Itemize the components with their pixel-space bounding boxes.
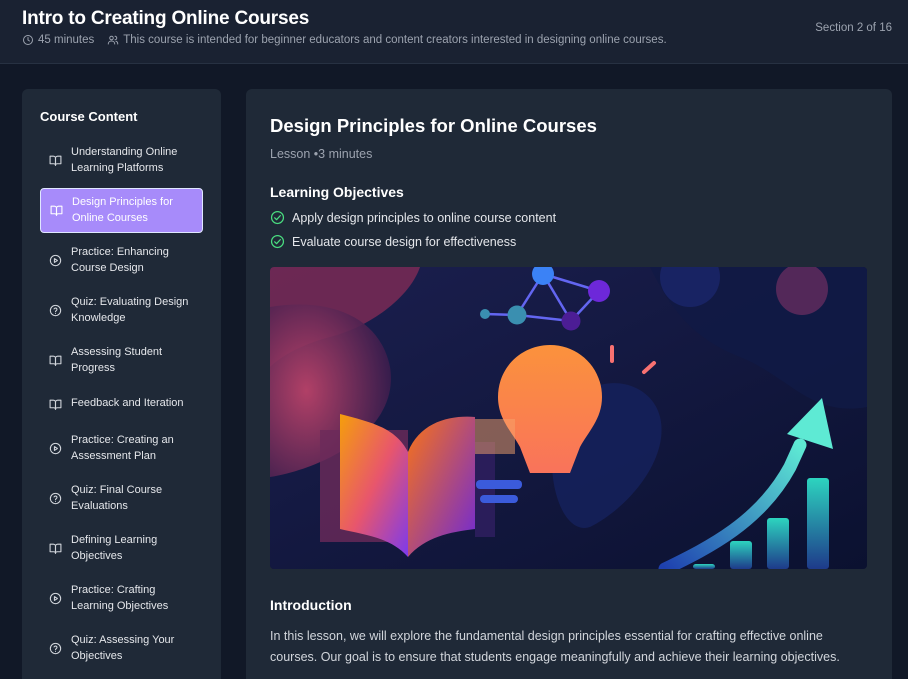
course-title: Intro to Creating Online Courses xyxy=(22,8,310,29)
sidebar-item-quiz-design[interactable]: Quiz: Evaluating Design Knowledge xyxy=(40,288,203,333)
lesson-hero-illustration xyxy=(270,267,867,569)
objectives-heading: Learning Objectives xyxy=(270,184,404,200)
duration-meta: 45 minutes xyxy=(22,34,94,46)
play-icon xyxy=(49,442,62,455)
sidebar-item-label: Assessing Student Progress xyxy=(71,346,163,374)
sidebar-item-label: Quiz: Evaluating Design Knowledge xyxy=(71,296,189,324)
lesson-list: Understanding Online Learning Platforms … xyxy=(40,138,203,676)
sidebar-item-feedback-iteration[interactable]: Feedback and Iteration xyxy=(40,388,203,420)
book-icon xyxy=(49,355,62,366)
sidebar-item-label: Feedback and Iteration xyxy=(71,397,184,410)
course-header: Intro to Creating Online Courses 45 minu… xyxy=(0,0,908,64)
sidebar-item-practice-crafting-objectives[interactable]: Practice: Crafting Learning Objectives xyxy=(40,576,203,621)
sidebar-item-label: Practice: Creating an Assessment Plan xyxy=(71,434,174,462)
book-icon xyxy=(49,155,62,166)
sidebar-item-quiz-final-evaluations[interactable]: Quiz: Final Course Evaluations xyxy=(40,476,203,521)
sidebar-item-practice-assessment-plan[interactable]: Practice: Creating an Assessment Plan xyxy=(40,426,203,471)
course-content-sidebar: Course Content Understanding Online Lear… xyxy=(22,89,221,679)
sidebar-item-label: Quiz: Assessing Your Objectives xyxy=(71,634,175,662)
sidebar-item-label: Understanding Online Learning Platforms xyxy=(71,146,178,174)
duration-text: 45 minutes xyxy=(38,34,95,46)
sidebar-item-label: Practice: Enhancing Course Design xyxy=(71,246,169,274)
question-icon xyxy=(49,642,62,655)
book-icon xyxy=(49,543,62,554)
play-icon xyxy=(49,592,62,605)
sidebar-item-label: Defining Learning Objectives xyxy=(71,534,158,562)
lesson-content[interactable]: Design Principles for Online Courses Les… xyxy=(246,89,892,679)
question-icon xyxy=(49,492,62,505)
introduction-text: In this lesson, we will explore the fund… xyxy=(270,629,840,664)
objective-text: Evaluate course design for effectiveness xyxy=(292,234,517,249)
objective-text: Apply design principles to online course… xyxy=(292,210,557,225)
users-icon xyxy=(108,35,119,45)
lesson-meta: Lesson •3 minutes xyxy=(270,147,373,161)
sidebar-title: Course Content xyxy=(40,109,138,124)
lesson-title: Design Principles for Online Courses xyxy=(270,115,597,136)
audience-meta: This course is intended for beginner edu… xyxy=(107,34,667,46)
sidebar-item-label: Practice: Crafting Learning Objectives xyxy=(71,584,169,612)
question-icon xyxy=(49,304,62,317)
sidebar-item-understanding-platforms[interactable]: Understanding Online Learning Platforms xyxy=(40,138,203,183)
introduction-heading: Introduction xyxy=(270,597,352,613)
audience-text: This course is intended for beginner edu… xyxy=(123,34,667,46)
sidebar-item-label: Quiz: Final Course Evaluations xyxy=(71,484,163,512)
book-icon xyxy=(50,205,63,216)
clock-icon xyxy=(23,35,33,45)
course-meta: 45 minutes This course is intended for b… xyxy=(22,34,892,46)
sidebar-item-label: Design Principles for Online Courses xyxy=(72,196,173,224)
lightbulb-book-illustration xyxy=(270,267,867,569)
objectives-list: Apply design principles to online course… xyxy=(270,210,868,249)
sidebar-item-quiz-assessing-objectives[interactable]: Quiz: Assessing Your Objectives xyxy=(40,626,203,671)
check-circle-icon xyxy=(270,234,285,249)
play-icon xyxy=(49,254,62,267)
objective-item: Evaluate course design for effectiveness xyxy=(270,234,868,249)
sidebar-item-design-principles[interactable]: Design Principles for Online Courses xyxy=(40,188,203,233)
sidebar-item-assessing-progress[interactable]: Assessing Student Progress xyxy=(40,338,203,383)
section-indicator: Section 2 of 16 xyxy=(815,22,892,34)
check-circle-icon xyxy=(270,210,285,225)
sidebar-item-defining-objectives[interactable]: Defining Learning Objectives xyxy=(40,526,203,571)
book-icon xyxy=(49,399,62,410)
sidebar-item-practice-enhancing[interactable]: Practice: Enhancing Course Design xyxy=(40,238,203,283)
objective-item: Apply design principles to online course… xyxy=(270,210,868,225)
